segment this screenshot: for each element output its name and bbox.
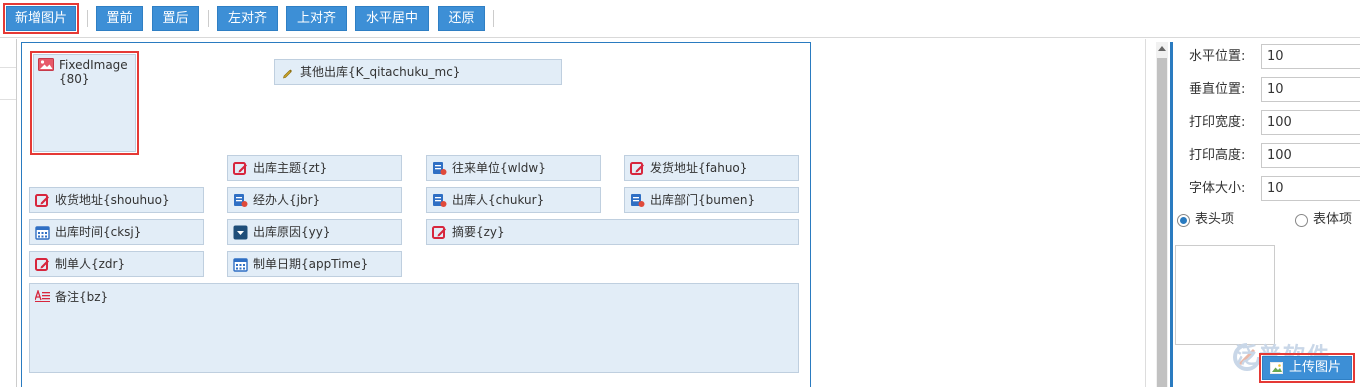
divider — [0, 67, 16, 68]
print-width-label: 打印宽度: — [1189, 115, 1246, 130]
field-label: 制单日期{appTime} — [253, 257, 369, 271]
field-label: 收货地址{shouhuo} — [55, 193, 170, 207]
pencil-icon — [283, 69, 292, 79]
field-handler[interactable]: 经办人{jbr} — [227, 187, 402, 213]
field-outbound-person[interactable]: 出库人{chukur} — [426, 187, 601, 213]
font-size-label: 字体大小: — [1189, 181, 1246, 196]
field-other-outbound[interactable]: 其他出库{K_qitachuku_mc} — [274, 59, 562, 85]
center-horizontal-button[interactable]: 水平居中 — [355, 6, 429, 31]
h-pos-input[interactable]: 10 — [1261, 44, 1360, 69]
field-create-date[interactable]: 制单日期{appTime} — [227, 251, 402, 277]
edit-icon — [35, 194, 49, 207]
image-icon — [38, 58, 54, 71]
person-list-icon — [433, 162, 447, 175]
field-label: 出库人{chukur} — [452, 193, 545, 207]
field-subject[interactable]: 出库主题{zt} — [227, 155, 402, 181]
field-label: 经办人{jbr} — [253, 193, 321, 207]
send-back-button[interactable]: 置后 — [152, 6, 199, 31]
fixed-image-label: FixedImage{80} — [59, 58, 128, 86]
person-list-icon — [631, 194, 645, 207]
scroll-up-icon[interactable] — [1158, 46, 1166, 51]
image-preview-box — [1175, 245, 1275, 345]
toolbar-separator — [208, 10, 209, 27]
field-ship-address[interactable]: 发货地址{fahuo} — [624, 155, 799, 181]
upload-image-button[interactable]: 上传图片 — [1259, 353, 1355, 383]
calendar-icon — [35, 226, 50, 240]
add-image-button[interactable]: 新增图片 — [3, 3, 79, 34]
toolbar-separator — [493, 10, 494, 27]
fixed-image-element[interactable]: FixedImage{80} — [30, 51, 139, 155]
edit-icon — [630, 162, 644, 175]
edit-icon — [233, 162, 247, 175]
field-label: 其他出库{K_qitachuku_mc} — [300, 65, 461, 79]
field-label: 摘要{zy} — [452, 225, 505, 239]
v-pos-input[interactable]: 10 — [1261, 77, 1360, 102]
scrollbar-thumb[interactable] — [1157, 58, 1167, 387]
bring-front-button[interactable]: 置前 — [96, 6, 143, 31]
print-height-input[interactable]: 100 — [1261, 143, 1360, 168]
field-partner[interactable]: 往来单位{wldw} — [426, 155, 601, 181]
v-pos-label: 垂直位置: — [1189, 82, 1246, 97]
header-item-label[interactable]: 表头项 — [1195, 210, 1234, 230]
body-item-radio[interactable] — [1295, 214, 1308, 227]
scrollbar[interactable] — [1156, 42, 1168, 387]
field-label: 备注{bz} — [55, 290, 109, 304]
field-receive-address[interactable]: 收货地址{shouhuo} — [29, 187, 204, 213]
dropdown-icon — [233, 225, 248, 240]
upload-image-icon — [1270, 362, 1283, 374]
print-height-label: 打印高度: — [1189, 148, 1246, 163]
field-creator[interactable]: 制单人{zdr} — [29, 251, 204, 277]
panel-border — [1170, 42, 1173, 387]
text-lines-icon — [35, 290, 50, 302]
field-label: 出库主题{zt} — [253, 161, 328, 175]
toolbar-separator — [87, 10, 88, 27]
edit-icon — [432, 226, 446, 239]
divider — [0, 99, 16, 100]
field-label: 出库部门{bumen} — [650, 193, 756, 207]
left-panel-edge — [0, 39, 17, 387]
field-label: 发货地址{fahuo} — [650, 161, 748, 175]
restore-button[interactable]: 还原 — [438, 6, 485, 31]
field-label: 制单人{zdr} — [55, 257, 126, 271]
header-item-radio[interactable] — [1177, 214, 1190, 227]
field-label: 往来单位{wldw} — [452, 161, 546, 175]
edit-icon — [35, 258, 49, 271]
field-outbound-dept[interactable]: 出库部门{bumen} — [624, 187, 799, 213]
h-pos-label: 水平位置: — [1189, 49, 1246, 64]
field-summary[interactable]: 摘要{zy} — [426, 219, 799, 245]
field-outbound-reason[interactable]: 出库原因{yy} — [227, 219, 402, 245]
design-canvas[interactable]: FixedImage{80} 其他出库{K_qitachuku_mc} 出库主题… — [21, 42, 811, 387]
font-size-input[interactable]: 10 — [1261, 176, 1360, 201]
person-list-icon — [234, 194, 248, 207]
align-top-button[interactable]: 上对齐 — [286, 6, 347, 31]
toolbar: 新增图片 置前 置后 左对齐 上对齐 水平居中 还原 — [0, 0, 1360, 38]
person-list-icon — [433, 194, 447, 207]
calendar-icon — [233, 258, 248, 272]
field-label: 出库时间{cksj} — [55, 225, 142, 239]
field-remarks[interactable]: 备注{bz} — [29, 283, 799, 373]
field-label: 出库原因{yy} — [253, 225, 331, 239]
field-outbound-time[interactable]: 出库时间{cksj} — [29, 219, 204, 245]
upload-button-label: 上传图片 — [1289, 360, 1342, 375]
print-width-input[interactable]: 100 — [1261, 110, 1360, 135]
body-item-label[interactable]: 表体项 — [1313, 210, 1352, 230]
align-left-button[interactable]: 左对齐 — [217, 6, 278, 31]
